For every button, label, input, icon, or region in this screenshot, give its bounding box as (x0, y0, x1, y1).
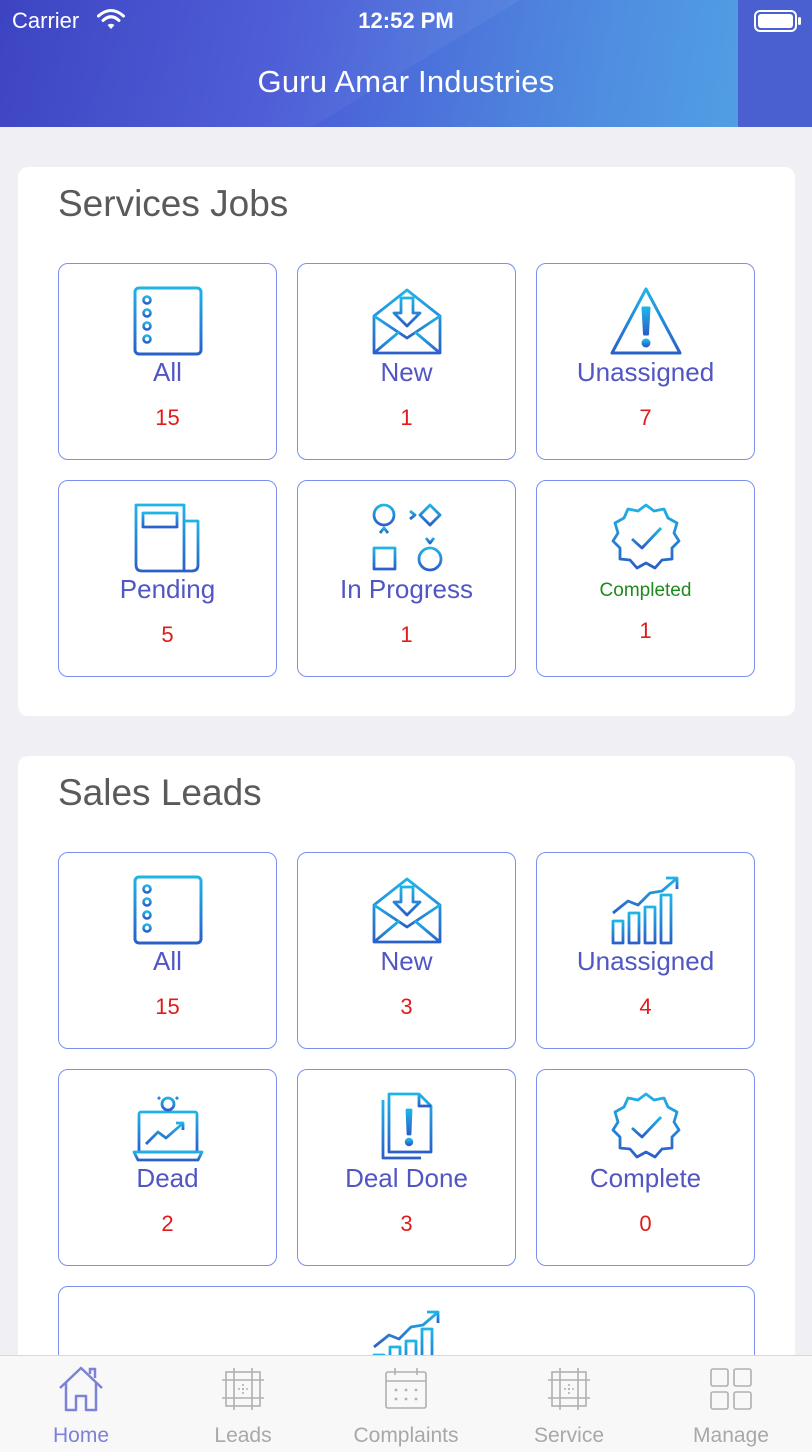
services-pending-tile[interactable]: Pending 5 (58, 480, 277, 677)
services-jobs-card: Services Jobs All 15 New 1 Unassigned 7 … (18, 167, 795, 716)
tab-complaints[interactable]: Complaints (325, 1356, 487, 1452)
sales-complete-tile[interactable]: Complete 0 (536, 1069, 755, 1266)
sales-unassigned-tile[interactable]: Unassigned 4 (536, 852, 755, 1049)
check-badge-icon (610, 503, 682, 573)
battery-icon (754, 10, 801, 32)
list-icon (132, 875, 204, 945)
tile-count: 3 (400, 994, 413, 1019)
tile-label: Pending (119, 574, 216, 604)
sales-dead-tile[interactable]: Dead 2 (58, 1069, 277, 1266)
tile-count: 3 (400, 1211, 413, 1236)
tile-count: 0 (639, 1211, 652, 1236)
tile-count: 15 (155, 405, 180, 430)
tile-label: Dead (136, 1163, 199, 1193)
documents-alert-icon (371, 1092, 443, 1162)
tile-label: New (380, 946, 433, 976)
tab-label: Service (533, 1424, 605, 1447)
tab-bar: Home Leads Complaints Service Manage (0, 1355, 812, 1452)
laptop-idea-icon (132, 1092, 204, 1162)
services-jobs-title: Services Jobs (58, 183, 289, 224)
tab-label: Complaints (353, 1424, 459, 1447)
sales-new-tile[interactable]: New 3 (297, 852, 516, 1049)
tab-home[interactable]: Home (0, 1356, 162, 1452)
tile-count: 1 (400, 405, 413, 430)
warning-icon (610, 286, 682, 356)
flowchart-icon (371, 503, 443, 573)
tile-count: 4 (639, 994, 652, 1019)
tab-label: Manage (693, 1424, 769, 1447)
tab-service[interactable]: Service (488, 1356, 650, 1452)
tile-label: All (153, 946, 182, 976)
envelope-download-icon (371, 875, 443, 945)
tile-count: 5 (161, 622, 174, 647)
services-completed-tile[interactable]: Completed 1 (536, 480, 755, 677)
status-bar: Carrier 12:52 PM (0, 0, 812, 44)
calendar-icon (385, 1368, 427, 1409)
services-in-progress-tile[interactable]: In Progress 1 (297, 480, 516, 677)
tile-label: Completed (599, 580, 692, 601)
tile-label: In Progress (340, 574, 473, 604)
tab-manage[interactable]: Manage (650, 1356, 812, 1452)
status-time: 12:52 PM (358, 8, 454, 33)
tab-label: Home (52, 1424, 110, 1447)
home-icon (59, 1366, 103, 1412)
sales-deal-done-tile[interactable]: Deal Done 3 (297, 1069, 516, 1266)
services-unassigned-tile[interactable]: Unassigned 7 (536, 263, 755, 460)
tile-count: 1 (400, 622, 413, 647)
newspaper-icon (132, 503, 204, 573)
sales-leads-title: Sales Leads (58, 772, 262, 813)
tile-label: Deal Done (345, 1163, 468, 1193)
tile-label: All (153, 357, 182, 387)
list-icon (132, 286, 204, 356)
tile-count: 2 (161, 1211, 174, 1236)
tile-count: 7 (639, 405, 652, 430)
tile-label: Unassigned (576, 946, 715, 976)
grid-frame-icon (222, 1368, 264, 1410)
growth-chart-icon (610, 875, 682, 945)
tile-count: 15 (155, 994, 180, 1019)
tab-label: Leads (214, 1424, 272, 1447)
services-all-tile[interactable]: All 15 (58, 263, 277, 460)
four-squares-icon (710, 1368, 752, 1410)
check-badge-icon (610, 1092, 682, 1162)
tile-label: New (380, 357, 433, 387)
tile-label: Unassigned (576, 357, 715, 387)
app-header: Carrier 12:52 PM Guru Amar Industries (0, 0, 812, 127)
envelope-download-icon (371, 286, 443, 356)
grid-frame-icon (548, 1368, 590, 1410)
tile-label: Complete (589, 1163, 702, 1193)
page-title: Guru Amar Industries (257, 64, 555, 99)
sales-leads-card: Sales Leads All 15 New 3 Unassigned 4 De… (18, 756, 795, 1406)
tile-count: 1 (639, 618, 652, 643)
tab-leads[interactable]: Leads (162, 1356, 324, 1452)
sales-all-tile[interactable]: All 15 (58, 852, 277, 1049)
services-new-tile[interactable]: New 1 (297, 263, 516, 460)
